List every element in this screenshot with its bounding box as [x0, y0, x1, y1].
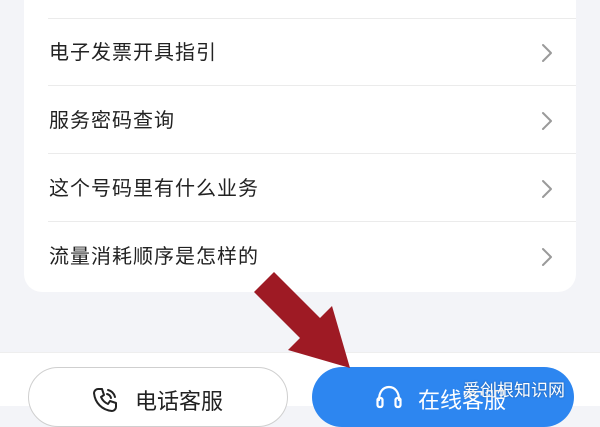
phone-service-label: 电话客服	[135, 390, 224, 415]
list-item-password-query[interactable]: 服务密码查询	[24, 87, 576, 154]
chevron-right-icon	[542, 180, 552, 198]
phone-service-button[interactable]: 电话客服	[28, 367, 288, 427]
list-item-label: 这个号码里有什么业务	[49, 176, 259, 200]
divider	[48, 153, 576, 154]
list-item-label: 服务密码查询	[49, 108, 175, 132]
chevron-right-icon	[542, 44, 552, 62]
arrow-pointer-icon	[254, 272, 350, 368]
watermark: 爱创根知识网	[463, 381, 565, 401]
chevron-right-icon	[542, 112, 552, 130]
list-item-label: 流量消耗顺序是怎样的	[49, 244, 259, 268]
divider	[48, 85, 576, 86]
list-item-label: 电子发票开具指引	[49, 40, 217, 64]
chevron-right-icon	[542, 248, 552, 266]
help-list-card: 电子发票开具指引 服务密码查询 这个号码里有什么业务 流量消耗顺序是怎样的	[24, 0, 576, 292]
divider	[48, 221, 576, 222]
list-item-number-services[interactable]: 这个号码里有什么业务	[24, 155, 576, 222]
headset-icon	[376, 385, 402, 409]
list-item-invoice-guide[interactable]: 电子发票开具指引	[24, 19, 576, 86]
phone-icon	[93, 388, 117, 412]
